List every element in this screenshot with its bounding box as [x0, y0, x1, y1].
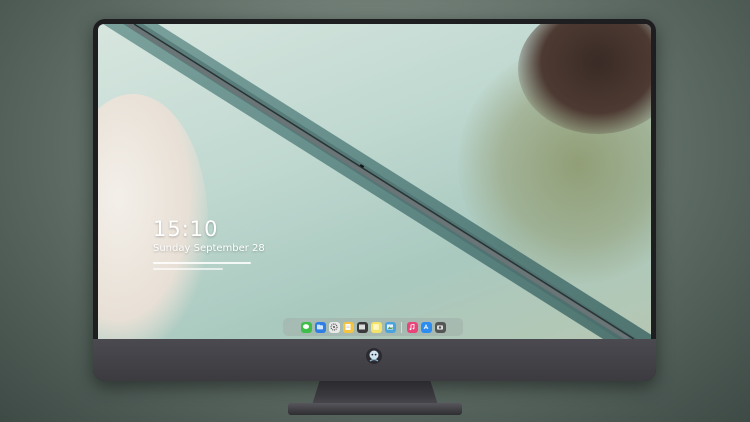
messages-icon[interactable]: [300, 321, 312, 333]
settings-icon[interactable]: [328, 321, 340, 333]
monitor-stand-foot: [288, 403, 462, 415]
monitor-chin: [93, 339, 656, 381]
desktop-screen[interactable]: 15:10 Sunday September 28: [98, 24, 651, 339]
files-icon[interactable]: [314, 321, 326, 333]
wallpaper-channel: [103, 24, 651, 339]
dock: [283, 318, 463, 336]
lock-clock: 15:10: [153, 217, 219, 241]
notes-icon[interactable]: [342, 321, 354, 333]
brand-logo-icon: [366, 348, 382, 364]
monitor-stand-neck: [312, 381, 438, 405]
clapper-icon[interactable]: [356, 321, 368, 333]
app-store-icon[interactable]: [420, 321, 432, 333]
music-icon[interactable]: [406, 321, 418, 333]
monitor: 15:10 Sunday September 28: [93, 19, 656, 381]
notification-line: [153, 262, 251, 264]
preview-icon[interactable]: [384, 321, 396, 333]
camera-icon[interactable]: [434, 321, 446, 333]
notification-line: [153, 268, 223, 270]
lock-date: Sunday September 28: [153, 243, 265, 254]
sticky-icon[interactable]: [370, 321, 382, 333]
dock-separator: [400, 321, 402, 333]
